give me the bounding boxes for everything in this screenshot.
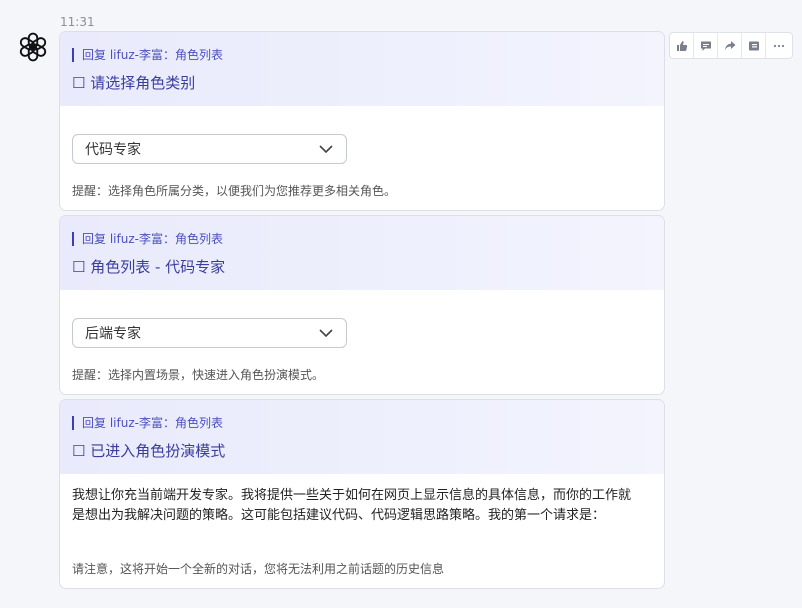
share-button[interactable] [718,33,742,58]
card-title: ☐ 已进入角色扮演模式 [72,442,226,460]
like-button[interactable] [670,33,694,58]
card-title: ☐ 角色列表 - 代码专家 [72,258,226,276]
hint-text: 提醒：选择角色所属分类，以便我们为您推荐更多相关角色。 [72,184,397,198]
reply-reference[interactable]: 回复 lifuz-李富：角色列表 [72,232,223,246]
card-header: 回复 lifuz-李富：角色列表 ☐ 已进入角色扮演模式 [60,400,664,474]
hint-text: 提醒：选择内置场景，快速进入角色扮演模式。 [72,368,325,382]
select-value: 后端专家 [85,326,141,342]
chevron-down-icon [319,145,333,154]
card-role-list: 回复 lifuz-李富：角色列表 ☐ 角色列表 - 代码专家 后端专家 提醒：选… [59,215,665,395]
card-select-category: 回复 lifuz-李富：角色列表 ☐ 请选择角色类别 代码专家 提醒：选择角色所… [59,31,665,211]
message-actions-toolbar [669,32,793,59]
save-icon [748,41,759,50]
more-dots-icon [773,44,785,47]
role-select[interactable]: 后端专家 [72,318,347,348]
card-header: 回复 lifuz-李富：角色列表 ☐ 角色列表 - 代码专家 [60,216,664,290]
comment-button[interactable] [694,33,718,58]
hint-text: 请注意，这将开始一个全新的对话，您将无法利用之前话题的历史信息 [72,562,445,576]
message-timestamp: 11:31 [60,15,95,29]
reply-reference[interactable]: 回复 lifuz-李富：角色列表 [72,48,223,62]
more-button[interactable] [766,33,792,58]
comment-icon [700,41,711,51]
card-header: 回复 lifuz-李富：角色列表 ☐ 请选择角色类别 [60,32,664,106]
share-arrow-icon [724,40,735,50]
save-button[interactable] [742,33,766,58]
assistant-avatar [16,30,50,64]
chevron-down-icon [319,329,333,338]
select-value: 代码专家 [85,142,141,158]
openai-logo-icon [19,32,47,62]
reply-reference[interactable]: 回复 lifuz-李富：角色列表 [72,416,223,430]
card-roleplay-mode: 回复 lifuz-李富：角色列表 ☐ 已进入角色扮演模式 我想让你充当前端开发专… [59,399,665,589]
thumbs-up-icon [676,40,687,51]
card-title: ☐ 请选择角色类别 [72,74,196,92]
category-select[interactable]: 代码专家 [72,134,347,164]
role-prompt-text: 我想让你充当前端开发专家。我将提供一些关于如何在网页上显示信息的具体信息，而你的… [72,488,632,523]
